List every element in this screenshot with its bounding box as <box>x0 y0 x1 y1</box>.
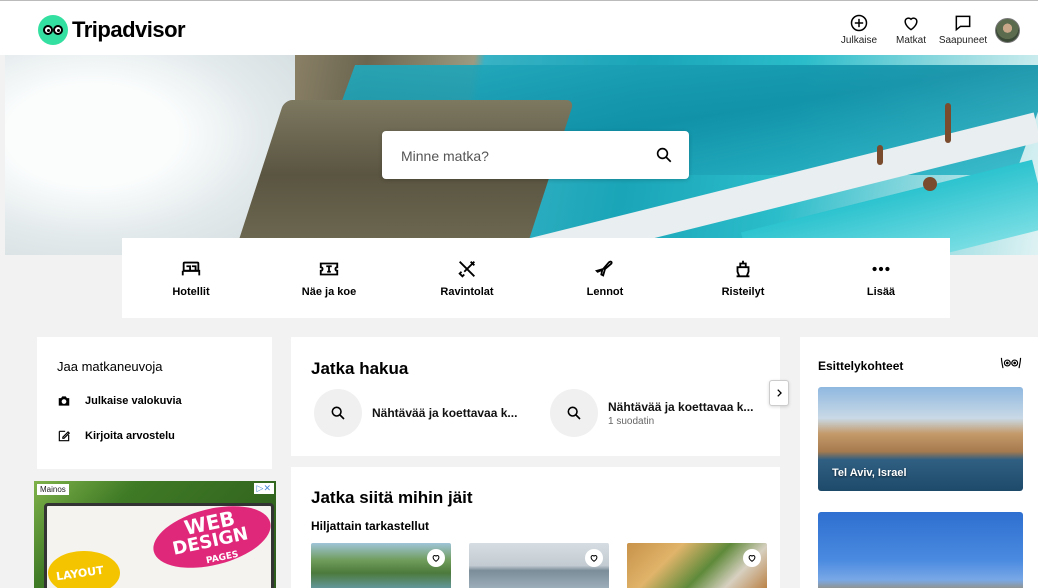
advertisement[interactable]: WEB DESIGN PAGES LAYOUT Mainos ▷✕ <box>34 481 276 588</box>
continue-search-title: Jatka hakua <box>311 359 409 378</box>
write-review-link[interactable]: Kirjoita arvostelu <box>57 429 175 443</box>
page: Tripadvisor Julkaise Matkat Saapuneet Mi… <box>0 0 1038 588</box>
recent-search-filter-count: 1 suodatin <box>608 415 655 427</box>
ticket-icon <box>319 262 339 276</box>
save-heart-button[interactable] <box>427 549 445 567</box>
nav-julkaise-button[interactable]: Julkaise <box>838 13 880 46</box>
recent-search-text: Nähtävää ja koettavaa k... <box>608 399 754 414</box>
search-icon[interactable] <box>655 146 673 164</box>
featured-destination-tel-aviv[interactable]: Tel Aviv, Israel <box>818 387 1023 491</box>
featured-destination-label: Tel Aviv, Israel <box>832 467 907 479</box>
chevron-right-icon <box>777 389 782 397</box>
ad-choices-close[interactable]: ▷✕ <box>253 483 274 494</box>
recently-viewed-item[interactable] <box>627 543 767 588</box>
top-header: Tripadvisor Julkaise Matkat Saapuneet <box>0 0 1038 55</box>
search-icon <box>331 406 345 420</box>
sponsored-owl-icon <box>1000 357 1022 369</box>
camera-icon <box>58 396 70 406</box>
bed-icon <box>181 261 201 276</box>
category-ravintolat[interactable]: Ravintolat <box>412 258 522 298</box>
recent-search-text: Nähtävää ja koettavaa k... <box>372 406 518 420</box>
category-bar: Hotellit Näe ja koe Ravintolat Lennot Ri… <box>122 238 950 318</box>
header-nav: Julkaise Matkat Saapuneet <box>838 13 988 46</box>
write-review-label: Kirjoita arvostelu <box>85 430 175 442</box>
recent-search-item[interactable]: Nähtävää ja koettavaa k... 1 suodatin <box>550 389 753 437</box>
featured-destinations-card: Esittelykohteet Tel Aviv, Israel <box>800 337 1038 588</box>
share-title: Jaa matkaneuvoja <box>57 359 163 374</box>
brand-name: Tripadvisor <box>72 17 186 42</box>
save-heart-button[interactable] <box>585 549 603 567</box>
heart-icon <box>904 17 918 31</box>
category-label: Lisää <box>866 286 896 298</box>
nav-julkaise-label: Julkaise <box>840 35 878 46</box>
recently-viewed-card: Jatka siitä mihin jäit Hiljattain tarkas… <box>291 467 780 588</box>
recently-viewed-subtitle: Hiljattain tarkastellut <box>311 519 430 533</box>
search-icon <box>567 406 581 420</box>
nav-saapuneet-button[interactable]: Saapuneet <box>938 13 988 46</box>
save-heart-button[interactable] <box>743 549 761 567</box>
category-label: Ravintolat <box>440 286 494 298</box>
more-dots-icon <box>872 266 890 272</box>
plus-circle-icon <box>850 14 868 32</box>
featured-destination-card[interactable] <box>818 512 1023 588</box>
nav-matkat-button[interactable]: Matkat <box>890 13 932 46</box>
ad-label: Mainos <box>37 484 69 495</box>
category-label: Risteilyt <box>721 286 765 298</box>
recently-viewed-item[interactable] <box>311 543 451 588</box>
edit-icon <box>58 430 71 442</box>
post-photos-label: Julkaise valokuvia <box>85 395 182 407</box>
fork-knife-icon <box>458 261 475 278</box>
ship-icon <box>736 260 750 278</box>
category-label: Lennot <box>586 286 624 298</box>
category-risteilyt[interactable]: Risteilyt <box>688 258 798 298</box>
recently-viewed-title: Jatka siitä mihin jäit <box>311 488 473 507</box>
heart-icon <box>590 555 598 562</box>
plane-icon <box>595 260 613 277</box>
category-hotellit[interactable]: Hotellit <box>136 258 246 298</box>
search-box[interactable]: Minne matka? <box>382 131 689 179</box>
recent-search-item[interactable]: Nähtävää ja koettavaa k... <box>314 389 517 437</box>
category-label: Hotellit <box>172 286 210 298</box>
featured-title: Esittelykohteet <box>818 359 904 373</box>
nav-saapuneet-label: Saapuneet <box>938 35 988 46</box>
category-nae-ja-koe[interactable]: Näe ja koe <box>274 258 384 298</box>
search-input[interactable]: Minne matka? <box>401 148 489 164</box>
continue-search-card: Jatka hakua Nähtävää ja koettavaa k... N… <box>291 337 780 456</box>
recently-viewed-item[interactable] <box>469 543 609 588</box>
carousel-next-button[interactable] <box>769 380 789 406</box>
category-lennot[interactable]: Lennot <box>550 258 660 298</box>
category-label: Näe ja koe <box>301 286 357 298</box>
tripadvisor-logo[interactable]: Tripadvisor <box>38 15 186 45</box>
post-photos-link[interactable]: Julkaise valokuvia <box>57 394 182 408</box>
chat-bubble-icon <box>955 15 971 32</box>
heart-icon <box>748 555 756 562</box>
owl-logo-icon <box>38 15 68 45</box>
user-avatar[interactable] <box>995 18 1020 43</box>
heart-icon <box>432 555 440 562</box>
nav-matkat-label: Matkat <box>895 35 926 46</box>
share-tips-card: Jaa matkaneuvoja Julkaise valokuvia Kirj… <box>37 337 272 469</box>
category-lisaa[interactable]: Lisää <box>826 258 936 298</box>
